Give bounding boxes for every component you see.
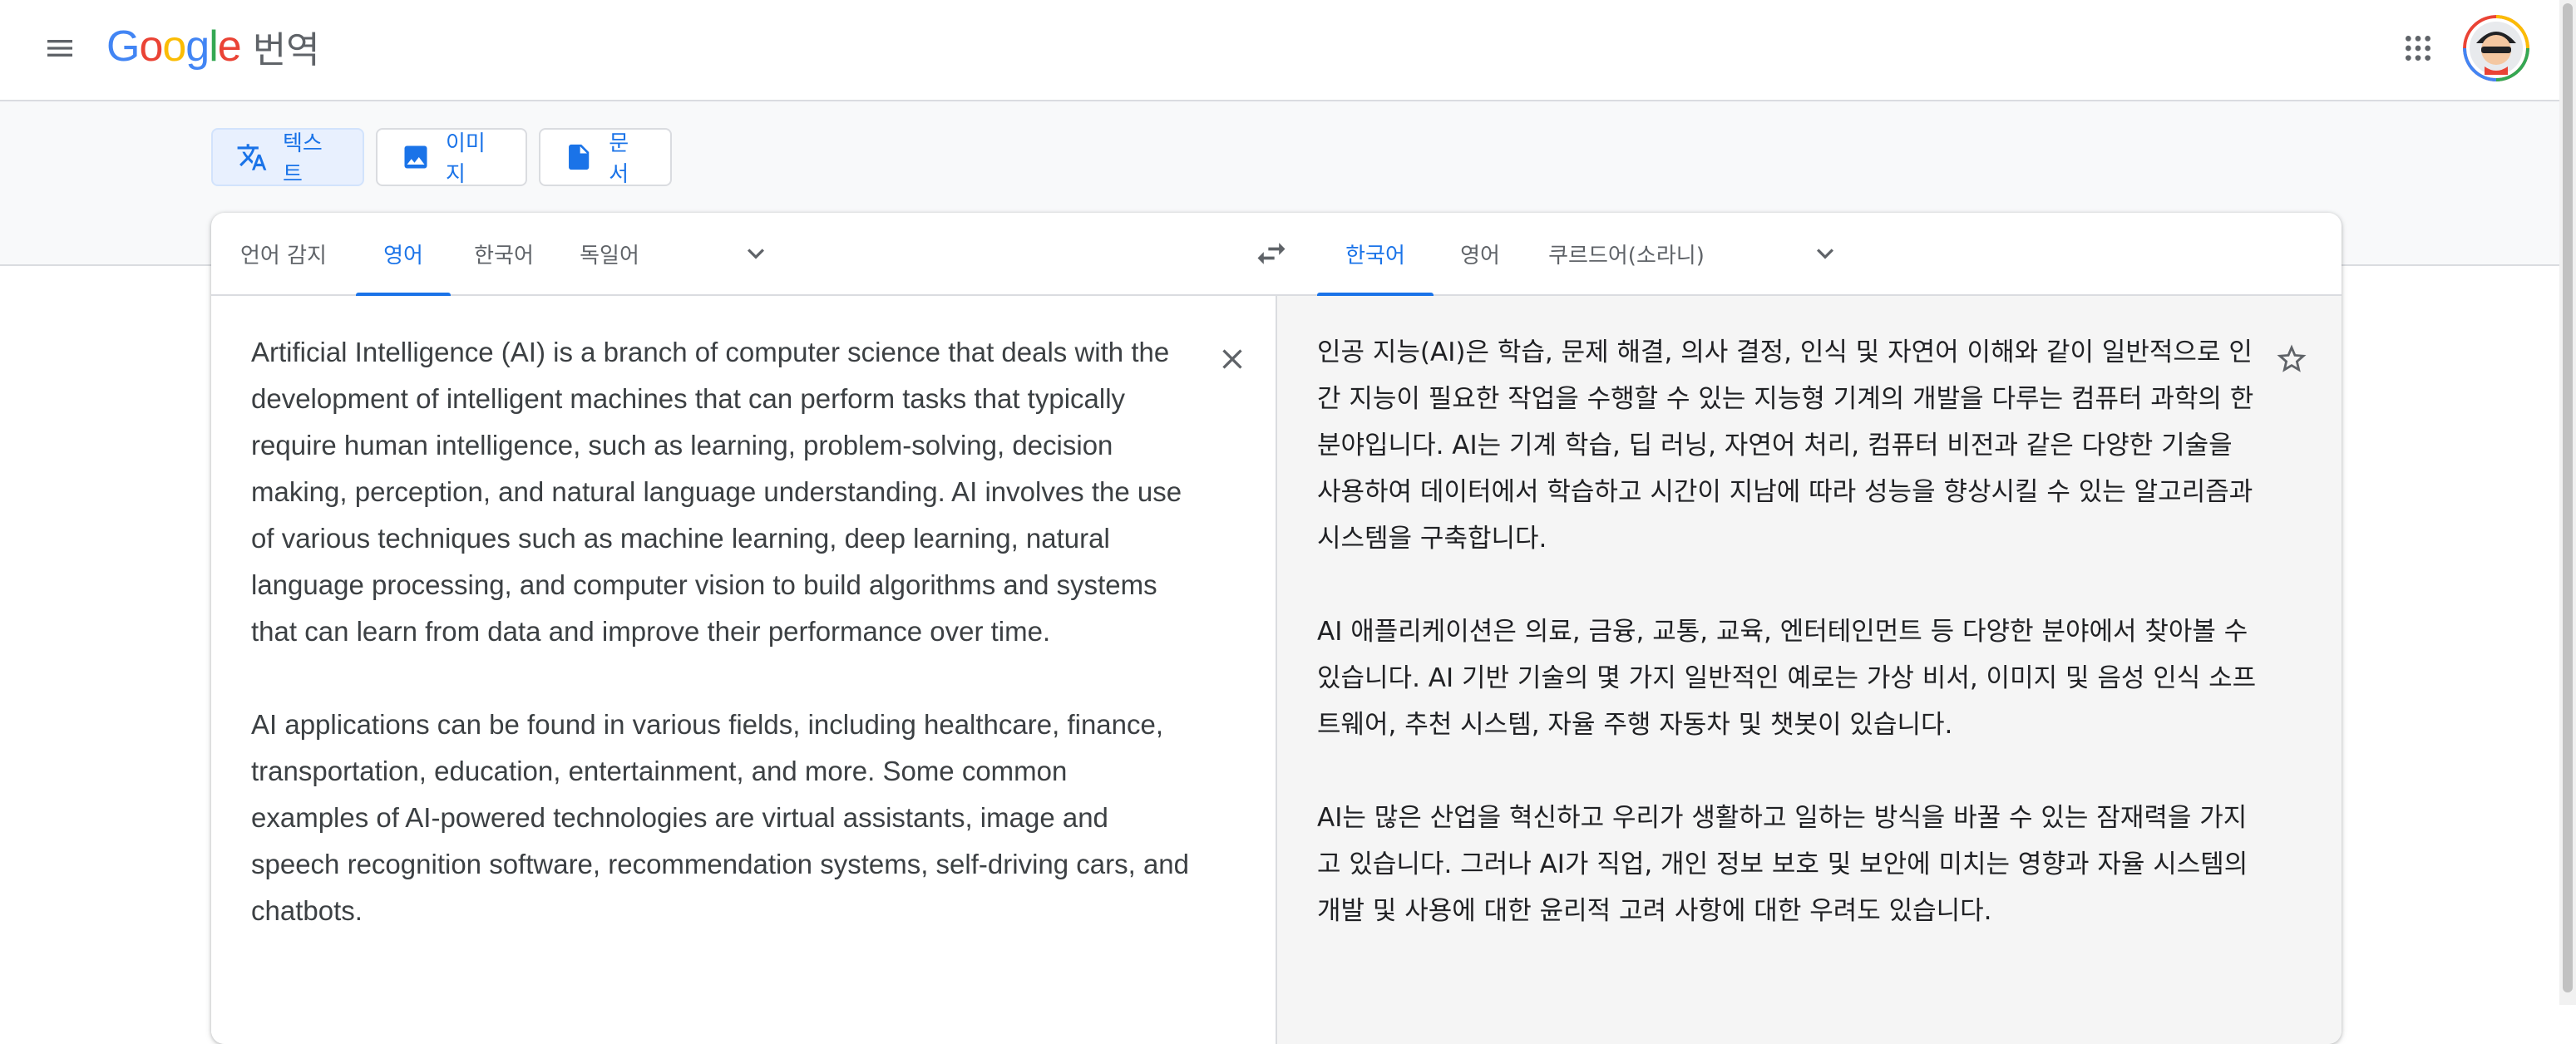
source-lang-korean[interactable]: 한국어 (451, 213, 557, 294)
target-lang-kurdish-sorani-label: 쿠르드어(소라니) (1548, 243, 1705, 268)
mode-text-button[interactable]: 텍스트 (211, 128, 364, 187)
mode-document-label: 문서 (609, 131, 629, 187)
source-lang-german-label: 독일어 (580, 243, 639, 268)
top-app-bar: Google 번역 (0, 0, 2576, 100)
swap-languages-icon (1257, 243, 1286, 264)
product-name: 번역 (252, 29, 320, 71)
main-menu-button[interactable] (37, 25, 83, 71)
language-bar: 언어 감지 영어 한국어 독일어 한국어 영어 쿠르드어(소라니) (211, 213, 2342, 296)
translation-paragraph: 인공 지능(AI)은 학습, 문제 해결, 의사 결정, 인식 및 자연어 이해… (1317, 337, 2254, 554)
target-lang-korean-label: 한국어 (1345, 243, 1405, 268)
translation-text: 인공 지능(AI)은 학습, 문제 해결, 의사 결정, 인식 및 자연어 이해… (1317, 329, 2257, 981)
mode-image-label: 이미지 (446, 131, 486, 187)
source-pane[interactable]: Artificial Intelligence (AI) is a branch… (211, 296, 1276, 1044)
apps-grid-icon (2406, 36, 2430, 61)
hamburger-menu-icon (47, 40, 72, 57)
mode-document-button[interactable]: 문서 (539, 128, 672, 187)
source-lang-korean-label: 한국어 (474, 243, 534, 268)
source-paragraph: Artificial Intelligence (AI) is a branch… (251, 337, 1182, 647)
page-scrollbar-thumb[interactable] (2563, 3, 2573, 992)
google-apps-button[interactable] (2395, 25, 2441, 71)
target-lang-english[interactable]: 영어 (1434, 213, 1527, 294)
source-lang-english[interactable]: 영어 (356, 213, 451, 296)
account-avatar[interactable] (2463, 15, 2529, 81)
more-target-languages-button[interactable] (1804, 233, 1846, 274)
translation-card: 언어 감지 영어 한국어 독일어 한국어 영어 쿠르드어(소라니) Artifi… (211, 213, 2342, 1044)
close-icon (1222, 349, 1242, 369)
clear-source-text-button[interactable] (1209, 336, 1256, 382)
translation-paragraph: AI는 많은 산업을 혁신하고 우리가 생활하고 일하는 방식을 바꿀 수 있는… (1317, 803, 2248, 926)
source-lang-english-label: 영어 (383, 243, 423, 268)
target-lang-korean[interactable]: 한국어 (1317, 213, 1434, 296)
source-lang-german[interactable]: 독일어 (557, 213, 662, 294)
more-source-languages-button[interactable] (735, 233, 777, 274)
chevron-down-icon (748, 249, 764, 259)
mode-text-label: 텍스트 (282, 131, 323, 187)
mode-image-button[interactable]: 이미지 (376, 128, 527, 187)
source-lang-detect[interactable]: 언어 감지 (211, 213, 356, 294)
target-lang-kurdish-sorani[interactable]: 쿠르드어(소라니) (1527, 213, 1726, 294)
source-text-area[interactable]: Artificial Intelligence (AI) is a branch… (251, 329, 1191, 981)
star-outline-icon (2277, 344, 2307, 372)
save-translation-button[interactable] (2268, 336, 2315, 382)
image-icon (404, 145, 427, 169)
swap-languages-button[interactable] (1249, 233, 1294, 274)
google-translate-logo[interactable]: Google 번역 (106, 20, 320, 73)
translation-pane: 인공 지능(AI)은 학습, 문제 해결, 의사 결정, 인식 및 자연어 이해… (1277, 296, 2342, 1044)
chevron-down-icon (1817, 249, 1833, 259)
target-lang-english-label: 영어 (1460, 243, 1500, 268)
google-logo-text: Google (106, 22, 242, 71)
source-lang-detect-label: 언어 감지 (240, 243, 327, 268)
translation-paragraph: AI 애플리케이션은 의료, 금융, 교통, 교육, 엔터테인먼트 등 다양한 … (1317, 617, 2257, 740)
translate-icon (237, 144, 267, 170)
source-paragraph: AI applications can be found in various … (251, 709, 1190, 926)
document-icon (569, 144, 590, 170)
